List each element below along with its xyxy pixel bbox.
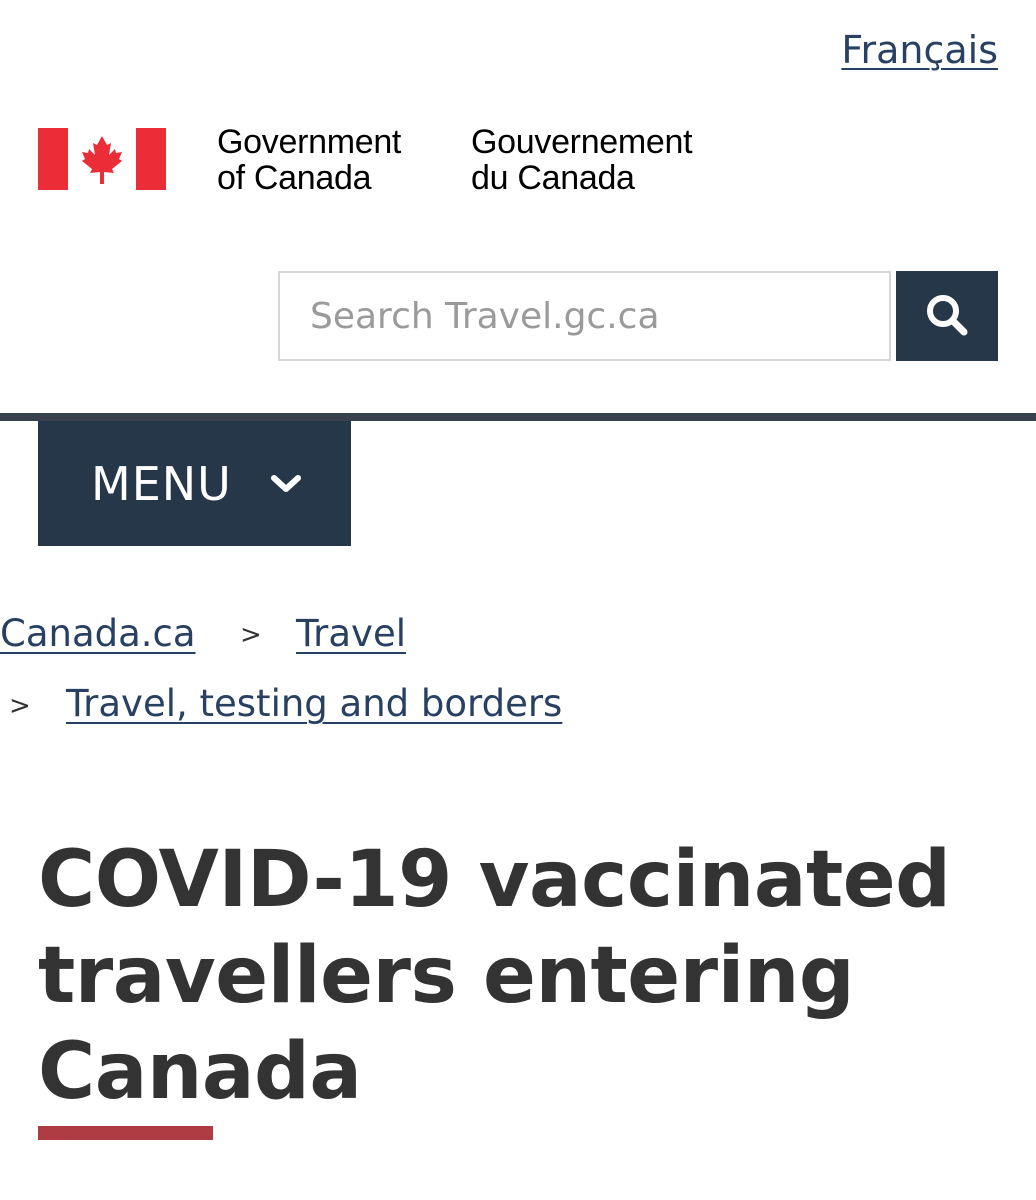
search-input[interactable] bbox=[278, 271, 891, 361]
breadcrumb-canada-link[interactable]: Canada.ca bbox=[0, 612, 196, 655]
wordmark-en-line1: Government bbox=[217, 123, 402, 161]
page-title-line1: COVID-19 vaccinated bbox=[38, 835, 951, 925]
page-title-line2: travellers entering bbox=[38, 931, 855, 1021]
page-title: COVID-19 vaccinated travellers entering … bbox=[38, 832, 998, 1120]
title-accent-bar bbox=[38, 1126, 213, 1140]
breadcrumb-separator: > bbox=[240, 620, 262, 650]
language-toggle-link[interactable]: Français bbox=[841, 28, 998, 72]
canada-flag-icon bbox=[38, 128, 166, 190]
wordmark-fr-line2: du Canada bbox=[471, 159, 635, 197]
government-of-canada-wordmark-fr[interactable]: Gouvernement du Canada bbox=[471, 123, 693, 197]
page-title-line3: Canada bbox=[38, 1027, 362, 1117]
menu-button[interactable]: MENU bbox=[38, 421, 351, 546]
search-icon bbox=[924, 292, 970, 341]
wordmark-en-line2: of Canada bbox=[217, 159, 372, 197]
breadcrumb-travel-testing-borders-link[interactable]: Travel, testing and borders bbox=[66, 682, 562, 725]
search-button[interactable] bbox=[896, 271, 998, 361]
wordmark-fr-line1: Gouvernement bbox=[471, 123, 693, 161]
government-of-canada-wordmark-en[interactable]: Government of Canada bbox=[217, 124, 401, 196]
breadcrumb-travel-link[interactable]: Travel bbox=[296, 612, 406, 655]
breadcrumb-separator: > bbox=[9, 691, 31, 721]
chevron-down-icon bbox=[270, 473, 302, 495]
header-divider bbox=[0, 413, 1036, 421]
menu-label: MENU bbox=[91, 456, 232, 511]
